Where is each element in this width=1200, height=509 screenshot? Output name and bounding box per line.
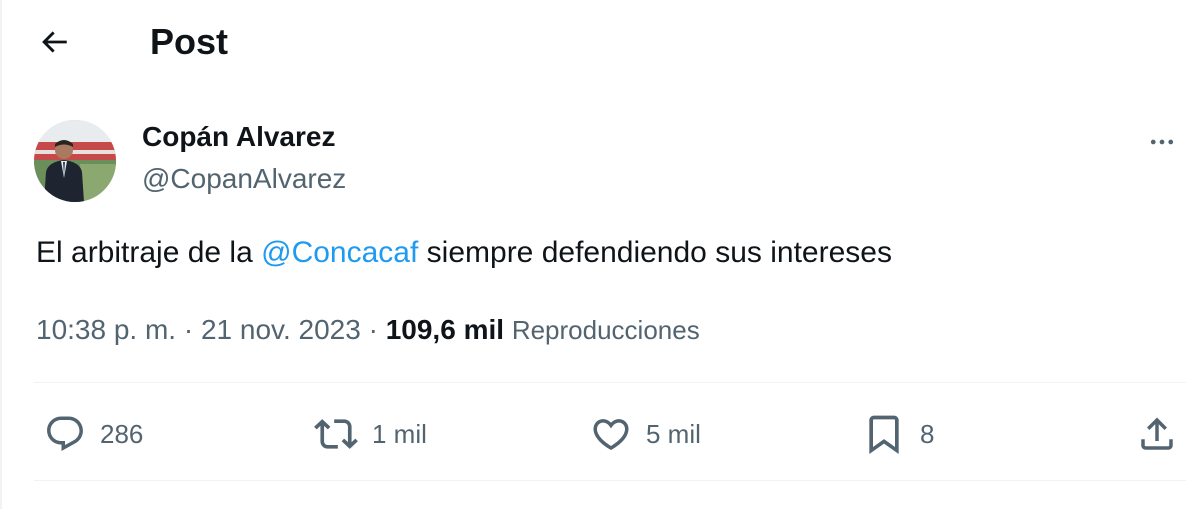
avatar[interactable] (34, 120, 116, 202)
action-bar: 286 1 mil 5 mil 8 (34, 404, 1184, 464)
bookmark-count: 8 (920, 419, 935, 449)
bookmark-button[interactable]: 8 (862, 404, 934, 464)
like-button[interactable]: 5 mil (590, 404, 701, 464)
share-icon (1141, 417, 1173, 450)
stadium-photo-avatar (34, 120, 116, 202)
meta-separator: · (176, 314, 201, 345)
tweet-text: El arbitraje de la @Concacaf siempre def… (36, 233, 892, 273)
repost-count: 1 mil (372, 419, 427, 449)
repost-icon (314, 419, 358, 449)
page-title: Post (150, 21, 229, 62)
author-handle[interactable]: @CopanAlvarez (142, 162, 346, 196)
author-block: Copán Alvarez @CopanAlvarez (34, 118, 1184, 202)
tweet-text-before: El arbitraje de la (36, 236, 262, 269)
tweet-time[interactable]: 10:38 p. m. (36, 314, 176, 345)
author-name[interactable]: Copán Alvarez (142, 120, 335, 154)
repost-button[interactable]: 1 mil (314, 404, 427, 464)
mention-link[interactable]: @Concacaf (261, 236, 418, 269)
reply-button[interactable]: 286 (44, 404, 143, 464)
reply-count: 286 (100, 419, 144, 449)
share-button[interactable] (1136, 404, 1178, 464)
meta-separator-2: · (360, 314, 386, 345)
tweet-date[interactable]: 21 nov. 2023 (201, 314, 361, 345)
views-label: Reproducciones (511, 315, 700, 345)
divider-top (34, 382, 1186, 383)
views-count: 109,6 mil (385, 314, 505, 345)
divider-bottom (34, 480, 1186, 481)
bookmark-icon (869, 415, 899, 455)
like-count: 5 mil (646, 419, 701, 449)
arrow-left-icon (42, 31, 67, 53)
tweet-meta: 10:38 p. m. · 21 nov. 2023 · 109,6 mil R… (36, 312, 700, 348)
more-options-button[interactable] (1142, 122, 1182, 162)
back-button[interactable] (32, 20, 76, 64)
page-header: Post (0, 0, 1200, 84)
more-horizontal-icon (1150, 139, 1174, 145)
heart-icon (593, 419, 629, 451)
reply-icon (47, 416, 83, 451)
tweet-text-after: siempre defendiendo sus intereses (418, 236, 892, 269)
